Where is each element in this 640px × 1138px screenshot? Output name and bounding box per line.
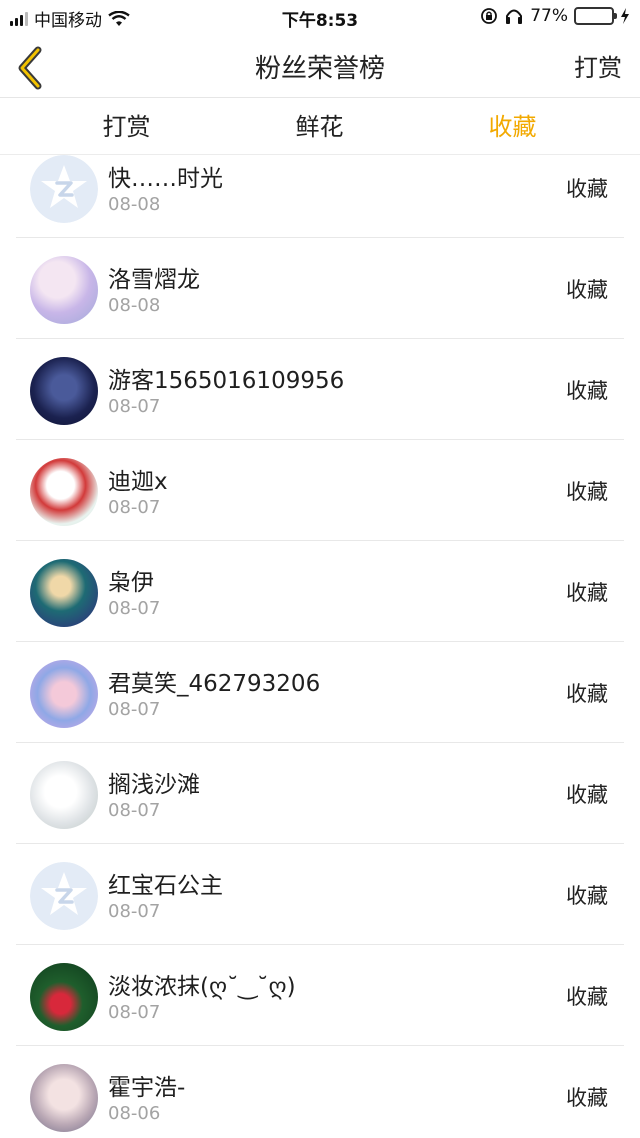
entry-action-label: 收藏 bbox=[566, 682, 608, 706]
headphones-icon bbox=[506, 9, 523, 24]
list-item[interactable]: 霍宇浩- 08-06 收藏 bbox=[16, 1046, 624, 1138]
charging-icon bbox=[621, 8, 629, 24]
entry-action-label: 收藏 bbox=[566, 985, 608, 1009]
avatar[interactable] bbox=[30, 761, 98, 829]
fan-list: 快……时光 08-08 收藏 洛雪熠龙 08-08 收藏 游客1565016109956 08… bbox=[16, 137, 624, 1138]
entry-action-label: 收藏 bbox=[566, 581, 608, 605]
avatar[interactable] bbox=[30, 559, 98, 627]
entry-date: 08-07 bbox=[108, 800, 161, 821]
entry-date: 08-08 bbox=[108, 295, 161, 316]
battery-icon bbox=[574, 7, 617, 25]
nav-bar: 粉丝荣誉榜 打赏 bbox=[0, 34, 640, 98]
entry-action-label: 收藏 bbox=[566, 480, 608, 504]
entry-date: 08-07 bbox=[108, 598, 161, 619]
list-item[interactable]: 游客1565016109956 08-07 收藏 bbox=[16, 339, 624, 440]
entry-action-label: 收藏 bbox=[566, 177, 608, 201]
default-avatar-icon bbox=[30, 862, 98, 930]
entry-date: 08-06 bbox=[108, 1103, 161, 1124]
entry-date: 08-07 bbox=[108, 901, 161, 922]
user-name: 游客1565016109956 bbox=[108, 368, 345, 394]
list-item[interactable]: 洛雪熠龙 08-08 收藏 bbox=[16, 238, 624, 339]
user-name: 快……时光 bbox=[108, 166, 223, 192]
user-name: 淡妆浓抹(ღ˘‿˘ღ) bbox=[108, 974, 296, 1000]
user-name: 君莫笑_462793206 bbox=[108, 671, 321, 697]
entry-date: 08-07 bbox=[108, 699, 161, 720]
entry-date: 08-07 bbox=[108, 1002, 161, 1023]
avatar[interactable] bbox=[30, 458, 98, 526]
list-item[interactable]: 迪迦x 08-07 收藏 bbox=[16, 440, 624, 541]
battery-percent: 77% bbox=[530, 6, 568, 26]
user-name: 迪迦x bbox=[108, 469, 168, 495]
avatar[interactable] bbox=[30, 256, 98, 324]
status-right: 77% bbox=[480, 6, 630, 26]
entry-date: 08-07 bbox=[108, 497, 161, 518]
status-bar: 中国移动 下午8:53 77% bbox=[0, 0, 640, 34]
default-avatar[interactable] bbox=[30, 155, 98, 223]
entry-action-label: 收藏 bbox=[566, 379, 608, 403]
entry-action-label: 收藏 bbox=[566, 278, 608, 302]
entry-action-label: 收藏 bbox=[566, 1086, 608, 1110]
user-name: 搁浅沙滩 bbox=[108, 772, 200, 798]
entry-date: 08-08 bbox=[108, 194, 161, 215]
user-name: 枭伊 bbox=[108, 570, 154, 596]
user-name: 霍宇浩- bbox=[108, 1075, 186, 1101]
list-item[interactable]: 搁浅沙滩 08-07 收藏 bbox=[16, 743, 624, 844]
reward-button[interactable]: 打赏 bbox=[574, 48, 622, 83]
avatar[interactable] bbox=[30, 1064, 98, 1132]
list-item[interactable]: 君莫笑_462793206 08-07 收藏 bbox=[16, 642, 624, 743]
entry-action-label: 收藏 bbox=[566, 783, 608, 807]
list-item[interactable]: 枭伊 08-07 收藏 bbox=[16, 541, 624, 642]
user-name: 洛雪熠龙 bbox=[108, 267, 200, 293]
entry-date: 08-07 bbox=[108, 396, 161, 417]
entry-action-label: 收藏 bbox=[566, 884, 608, 908]
list-item[interactable]: 红宝石公主 08-07 收藏 bbox=[16, 844, 624, 945]
orientation-lock-icon bbox=[481, 8, 498, 24]
default-avatar-icon bbox=[30, 155, 98, 223]
avatar[interactable] bbox=[30, 357, 98, 425]
avatar[interactable] bbox=[30, 660, 98, 728]
default-avatar[interactable] bbox=[30, 862, 98, 930]
user-name: 红宝石公主 bbox=[108, 873, 223, 899]
avatar[interactable] bbox=[30, 963, 98, 1031]
list-item[interactable]: 快……时光 08-08 收藏 bbox=[16, 137, 624, 238]
page-title: 粉丝荣誉榜 bbox=[254, 54, 385, 84]
list-item[interactable]: 淡妆浓抹(ღ˘‿˘ღ) 08-07 收藏 bbox=[16, 945, 624, 1046]
